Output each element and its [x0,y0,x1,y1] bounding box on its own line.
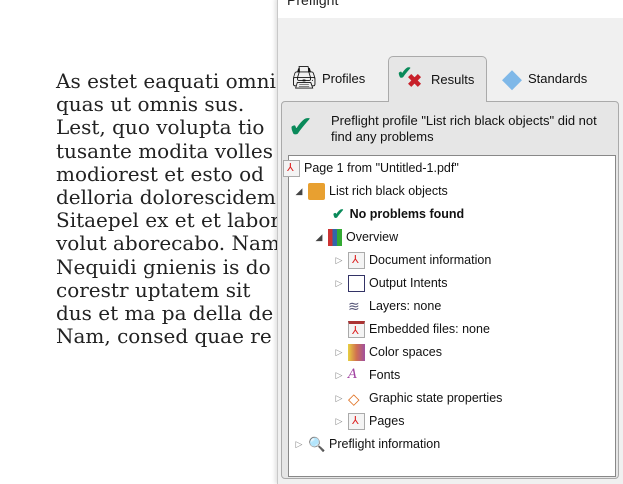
text-line: quas ut omnis sus. [56,92,245,117]
pdf-icon [348,412,365,430]
tab-profiles[interactable]: 🖨 Profiles [290,56,365,100]
collapsed-arrow-icon[interactable]: ▷ [334,347,344,358]
magnifier-check-icon: 🔍 [308,435,326,452]
text-line: Nam, consed quae re [56,324,272,349]
document-text: As estet eaquati omnis quas ut omnis sus… [56,69,292,349]
toolbox-icon [308,182,325,200]
text-line: dus et ma pa della de [56,300,274,325]
tab-standards[interactable]: ◆ Standards [502,56,587,100]
expanded-arrow-icon[interactable]: ◢ [314,232,324,243]
tree-item-embedded-files[interactable]: Embedded files: none [348,318,490,340]
tree-label: Document information [369,253,492,267]
fonts-icon: A [348,366,358,382]
tree-label: Preflight information [329,437,441,451]
tree-item-no-problems[interactable]: ✔ No problems found [332,203,464,225]
tree-item-pages[interactable]: ▷ Pages [334,410,404,432]
tree-label: Overview [346,230,399,244]
embedded-file-icon [348,320,365,338]
tab-results[interactable]: ✔ ✖ Results [388,56,487,102]
text-line: volut aborecabo. Nam [56,231,280,256]
collapsed-arrow-icon[interactable]: ▷ [334,255,344,266]
tree-label: Page 1 from "Untitled-1.pdf" [304,161,459,175]
text-line: delloria dolorescidem [56,184,276,209]
success-check-icon: ✔ [288,110,314,145]
tree-label: List rich black objects [329,184,448,198]
text-line: tusante modita volles [56,138,273,163]
printer-magnifier-icon: 🖨 [290,65,318,90]
color-swatch-icon [348,343,365,361]
tree-label: Graphic state properties [369,391,503,405]
tree-item-output-intents[interactable]: ▷ Output Intents [334,272,448,294]
tree-label: Fonts [369,368,401,382]
tab-label: Standards [528,70,588,86]
graphic-state-icon: ◇ [348,390,360,408]
collapsed-arrow-icon[interactable]: ▷ [334,416,344,427]
text-line: Nequidi gnienis is do [56,254,271,279]
tree-label: Embedded files: none [369,322,490,336]
title-bar: Preflight [278,0,623,18]
output-intents-icon [348,274,365,292]
tree-label: Pages [369,414,405,428]
collapsed-arrow-icon[interactable]: ▷ [334,393,344,404]
dialog-title: Preflight [287,0,339,8]
tree-label: No problems found [349,207,465,221]
tree-item-fonts[interactable]: ▷ A Fonts [334,364,401,386]
pdf-icon [283,159,300,177]
diamond-icon: ◆ [502,62,522,93]
tab-label: Profiles [321,70,366,86]
collapsed-arrow-icon[interactable]: ▷ [294,439,304,450]
layers-icon: ≋ [348,297,360,314]
collapsed-arrow-icon[interactable]: ▷ [334,370,344,381]
text-line: modiorest et esto od [56,161,264,186]
text-line: As estet eaquati omnis [56,69,287,93]
text-line: Sitaepel ex et et labore [56,208,292,233]
tree-item-preflight-information[interactable]: ▷ 🔍 Preflight information [294,433,441,455]
tree-item-overview[interactable]: ◢ Overview [314,226,398,248]
expanded-arrow-icon[interactable]: ◢ [294,186,304,197]
tree-item-layers[interactable]: ≋ Layers: none [348,295,441,317]
tree-item-page[interactable]: Page 1 from "Untitled-1.pdf" [283,157,459,179]
tab-label: Results [431,72,475,87]
collapsed-arrow-icon[interactable]: ▷ [334,278,344,289]
tree-item-graphic-state[interactable]: ▷ ◇ Graphic state properties [334,387,503,409]
tree-item-color-spaces[interactable]: ▷ Color spaces [334,341,442,363]
pdf-icon [348,251,365,269]
tree-label: Color spaces [369,345,442,359]
tree-item-profile[interactable]: ◢ List rich black objects [294,180,448,202]
tree-item-document-information[interactable]: ▷ Document information [334,249,491,271]
result-message: Preflight profile "List rich black objec… [331,113,597,144]
tree-label: Layers: none [369,299,442,313]
tree-label: Output Intents [369,276,448,290]
text-line: corestr uptatem sit [56,277,251,302]
preflight-dialog: Preflight 🖨 Profiles ✔ ✖ Results ◆ Stand… [277,0,623,484]
text-line: Lest, quo volupta tio [56,115,265,140]
check-icon: ✔ [332,206,345,223]
check-cross-icon: ✔ ✖ [397,62,423,91]
results-tree[interactable]: Page 1 from "Untitled-1.pdf" ◢ List rich … [283,155,616,477]
overview-chart-icon [328,228,342,246]
